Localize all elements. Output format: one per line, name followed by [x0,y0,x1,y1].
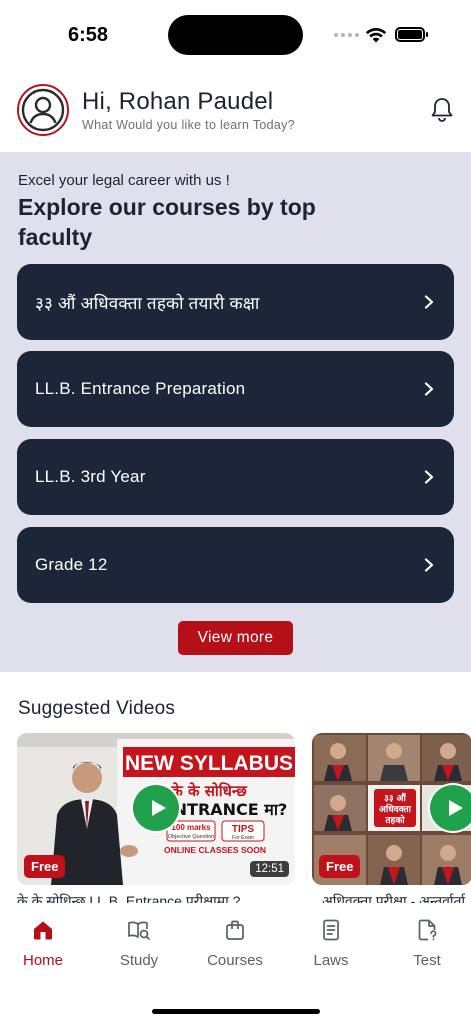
free-badge: Free [24,855,66,878]
suggested-videos-title: Suggested Videos [18,698,176,719]
chevron-right-icon [424,382,434,396]
course-label: LL.B. Entrance Preparation [35,379,246,398]
test-icon [418,919,437,941]
thumb-line1: के के सोधिन्छ [170,782,248,800]
cellular-signal-icon [334,33,359,37]
wifi-icon [365,27,387,43]
tab-label: Laws [313,952,349,969]
status-time: 6:58 [68,24,109,46]
app-header: Hi, Rohan Paudel What Would you like to … [0,70,471,152]
course-button[interactable]: LL.B. 3rd Year [17,439,454,515]
hero-tagline: Excel your legal career with us ! [18,172,230,189]
play-button[interactable] [133,785,179,831]
course-explore-section: Excel your legal career with us ! Explor… [0,152,471,672]
battery-icon [395,27,428,42]
bottom-tab-bar: Home Study Courses Laws Test [0,903,471,1024]
tab-label: Courses [207,952,263,969]
course-label: Grade 12 [35,555,108,574]
course-button[interactable]: ३३ औं अधिवक्ता तहको तयारी कक्षा [17,264,454,340]
thumb-tips-sub: For Exam [232,835,254,841]
chevron-right-icon [424,295,434,309]
thumb-line2: अधिवक्ता [379,803,412,815]
greeting-subtitle: What Would you like to learn Today? [82,118,295,132]
thumb-banner: NEW SYLLABUS [125,752,293,775]
status-bar: 6:58 [0,0,471,70]
tab-label: Home [22,952,63,969]
greeting-text: Hi, Rohan Paudel [82,88,274,115]
video-caption[interactable]: के के सोधिन्छ LL.B. Entrance परीक्षामा ? [17,891,295,903]
course-label: LL.B. 3rd Year [35,467,146,486]
thumb-line3: तहको [384,814,405,826]
thumb-tips: TIPS [232,824,255,835]
tab-laws[interactable]: Laws [291,918,371,969]
tab-label: Study [119,952,159,969]
chevron-right-icon [424,558,434,572]
video-duration: 12:51 [250,861,289,877]
study-icon [128,921,150,940]
course-label: ३३ औं अधिवक्ता तहको तयारी कक्षा [35,293,260,313]
thumb-soon: ONLINE CLASSES SOON [164,845,266,855]
notification-bell-icon[interactable] [428,96,456,124]
play-button[interactable] [430,785,471,831]
view-more-button[interactable]: View more [178,621,293,655]
courses-icon [226,920,244,940]
thumb-marks: 100 marks [171,823,211,832]
home-icon [34,921,52,940]
laws-icon [323,919,339,941]
video-thumbnail: NEW SYLLABUS के के सोधिन्छ ENTRANCE मा? … [17,733,295,885]
play-icon [448,800,463,816]
course-button[interactable]: Grade 12 [17,527,454,603]
home-indicator [152,1009,320,1014]
chevron-right-icon [424,470,434,484]
video-caption[interactable]: अधिवक्ता परीक्षा - अन्तर्वार्ता [322,891,471,903]
thumb-marks-sub: Objective Question [168,834,214,840]
thumb-line1: ३३ औं [384,792,406,804]
dynamic-island [168,15,303,55]
hero-title: Explore our courses by top faculty [18,194,316,250]
tab-courses[interactable]: Courses [195,918,275,969]
video-card[interactable]: NEW SYLLABUS के के सोधिन्छ ENTRANCE मा? … [17,733,295,885]
free-badge: Free [319,855,361,878]
play-icon [151,800,166,816]
tab-home[interactable]: Home [3,918,83,969]
video-card[interactable]: ३३ औं अधिवक्ता तहको Free [312,733,471,885]
tab-test[interactable]: Test [387,918,467,969]
course-button[interactable]: LL.B. Entrance Preparation [17,351,454,427]
tab-label: Test [413,952,441,969]
avatar[interactable] [17,84,69,136]
video-thumbnail: ३३ औं अधिवक्ता तहको Free [312,733,471,885]
thumb-line2: ENTRANCE मा? [163,800,288,819]
tab-study[interactable]: Study [99,918,179,969]
user-icon [21,88,65,132]
